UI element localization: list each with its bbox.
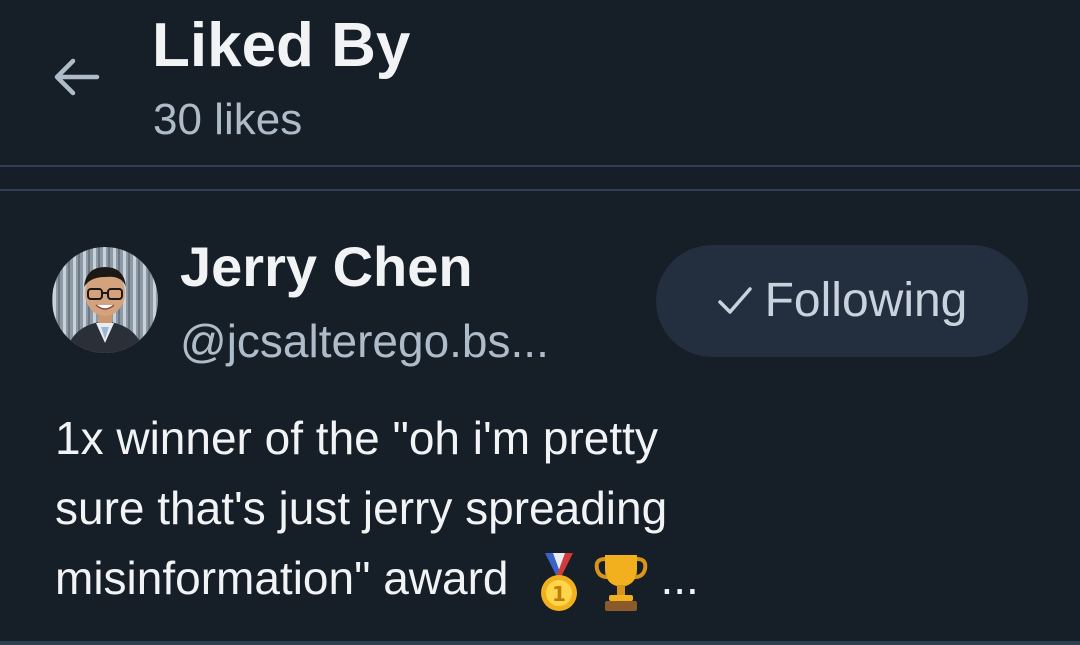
back-button[interactable] xyxy=(48,52,104,102)
liker-row[interactable]: Jerry Chen @jcsalterego.bs... Following … xyxy=(0,191,1080,643)
user-bio: 1x winner of the "oh i'm pretty sure tha… xyxy=(55,403,1055,613)
following-label: Following xyxy=(764,274,968,327)
avatar[interactable] xyxy=(52,247,158,353)
following-button[interactable]: Following xyxy=(656,245,1028,357)
row-divider xyxy=(0,641,1080,645)
bio-line: sure that's just jerry spreading xyxy=(55,482,668,534)
bio-text: misinformation" award xyxy=(55,552,509,604)
arrow-left-icon xyxy=(54,58,100,96)
bio-ellipsis: ... xyxy=(660,552,699,604)
bio-line-last: misinformation" award 1 ... xyxy=(55,543,1055,613)
page-title: Liked By xyxy=(152,11,411,80)
medal-icon: 1 xyxy=(540,552,577,611)
svg-text:1: 1 xyxy=(552,582,566,606)
header: Liked By 30 likes xyxy=(0,0,1080,167)
likes-count: 30 likes xyxy=(153,95,303,144)
trophy-icon xyxy=(594,554,647,611)
user-handle[interactable]: @jcsalterego.bs... xyxy=(180,311,650,371)
user-name[interactable]: Jerry Chen xyxy=(180,233,473,301)
avatar-image xyxy=(52,247,158,353)
check-icon xyxy=(717,287,752,314)
bio-line: 1x winner of the "oh i'm pretty xyxy=(55,412,658,464)
